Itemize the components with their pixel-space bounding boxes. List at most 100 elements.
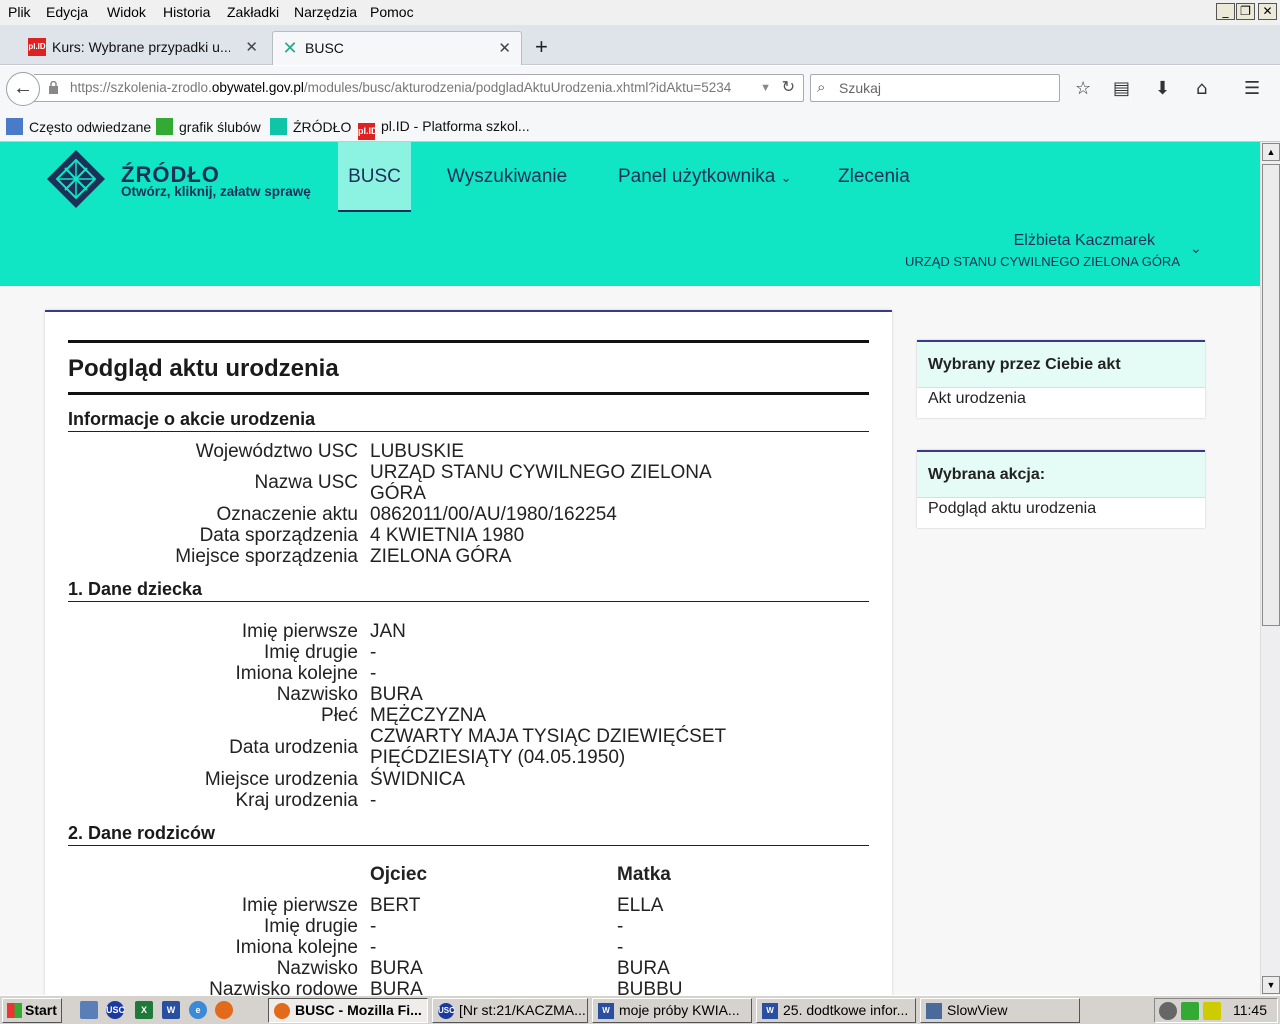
site-header: ŹRÓDŁO Otwórz, kliknij, załatw sprawę BU… xyxy=(0,142,1260,286)
tray-app-icon[interactable] xyxy=(1159,1002,1177,1020)
label-parent-imie-drugie: Imię drugie xyxy=(264,916,358,937)
menu-edycja[interactable]: Edycja xyxy=(46,4,88,20)
vertical-scrollbar[interactable]: ▲ ▼ xyxy=(1260,142,1280,995)
taskbar: Start USC X W e BUSC - Mozilla Fi... USC… xyxy=(0,995,1280,1024)
url-dropdown-icon[interactable]: ▼ xyxy=(760,75,771,101)
bookmark-grafik[interactable]: grafik ślubów xyxy=(156,118,261,135)
network-icon[interactable] xyxy=(1181,1002,1199,1020)
folder-icon xyxy=(6,118,23,135)
hamburger-menu-icon[interactable]: ☰ xyxy=(1244,78,1260,99)
label-nazwisko: Nazwisko xyxy=(276,684,358,705)
selected-act-box: Wybrany przez Ciebie akt Akt urodzenia xyxy=(917,340,1205,418)
label-data-sporzadzenia: Data sporządzenia xyxy=(199,525,358,546)
label-parent-imie-pierwsze: Imię pierwsze xyxy=(241,895,358,916)
bookmark-star-icon[interactable]: ☆ xyxy=(1075,78,1091,99)
back-button[interactable]: ← xyxy=(6,72,40,106)
selected-act-title: Wybrany przez Ciebie akt xyxy=(917,342,1205,388)
minimize-icon[interactable]: _ xyxy=(1216,3,1235,20)
bookmark-zrodlo[interactable]: ŹRÓDŁO xyxy=(270,118,351,135)
word-icon: W xyxy=(598,1003,614,1019)
task-dodatkowe-infor[interactable]: W 25. dodtkowe infor... xyxy=(756,998,916,1023)
restore-icon[interactable]: ❐ xyxy=(1236,3,1255,20)
close-window-icon[interactable]: ✕ xyxy=(1258,3,1277,20)
value-wojewodztwo: LUBUSKIE xyxy=(370,441,464,462)
menu-narzedzia[interactable]: Narzędzia xyxy=(294,4,357,20)
mother-column-header: Matka xyxy=(617,864,671,885)
show-desktop-icon[interactable] xyxy=(80,1001,98,1019)
selected-action-title: Wybrana akcja: xyxy=(917,452,1205,498)
tab-close-icon[interactable]: ✕ xyxy=(498,39,511,57)
tab-close-icon[interactable]: ✕ xyxy=(245,38,258,56)
label-imie-pierwsze: Imię pierwsze xyxy=(241,621,358,642)
search-icon: ⌕ xyxy=(817,79,826,96)
label-nazwa-usc: Nazwa USC xyxy=(254,472,358,493)
word-icon[interactable]: W xyxy=(162,1001,180,1019)
selected-act-value: Akt urodzenia xyxy=(928,390,1026,407)
label-miejsce-urodzenia: Miejsce urodzenia xyxy=(204,769,358,790)
menu-pomoc[interactable]: Pomoc xyxy=(370,4,414,20)
url-bar[interactable]: https://szkolenia-zrodlo.obywatel.gov.pl… xyxy=(34,74,804,102)
url-text: https://szkolenia-zrodlo.obywatel.gov.pl… xyxy=(70,80,732,95)
back-arrow-icon: ← xyxy=(13,77,33,99)
usc-icon: USC xyxy=(438,1003,455,1019)
reading-list-icon[interactable]: ▤ xyxy=(1113,78,1130,99)
label-oznaczenie: Oznaczenie aktu xyxy=(216,504,358,525)
menu-plik[interactable]: Plik xyxy=(8,4,31,20)
task-nr-st[interactable]: USC [Nr st:21/KACZMA... xyxy=(432,998,588,1023)
label-parent-imiona-kolejne: Imiona kolejne xyxy=(235,937,358,958)
download-icon[interactable]: ⬇ xyxy=(1155,78,1170,99)
label-wojewodztwo: Województwo USC xyxy=(195,441,358,462)
task-busc-firefox[interactable]: BUSC - Mozilla Fi... xyxy=(268,998,428,1023)
mother-imie-drugie: - xyxy=(617,916,624,937)
user-name[interactable]: Elżbieta Kaczmarek xyxy=(1014,232,1155,250)
excel-icon[interactable]: X xyxy=(135,1001,153,1019)
label-plec: Płeć xyxy=(321,705,358,726)
zrodlo-logo-icon[interactable] xyxy=(45,148,107,210)
scroll-up-icon[interactable]: ▲ xyxy=(1262,143,1280,161)
person-icon xyxy=(156,118,173,135)
clock: 11:45 xyxy=(1233,1002,1267,1018)
value-imiona-kolejne: - xyxy=(370,663,377,684)
section-parents-header: 2. Dane rodziców xyxy=(68,823,869,846)
value-nazwa-usc: URZĄD STANU CYWILNEGO ZIELONA GÓRA xyxy=(370,462,711,504)
task-slowview[interactable]: SlowView xyxy=(920,998,1080,1023)
label-parent-nazwisko-rodowe: Nazwisko rodowe xyxy=(209,979,358,995)
plid-icon: pl.ID xyxy=(28,38,46,56)
nav-zlecenia[interactable]: Zlecenia xyxy=(838,142,910,212)
menu-historia[interactable]: Historia xyxy=(163,4,210,20)
firefox-icon xyxy=(274,1003,290,1019)
label-kraj-urodzenia: Kraj urodzenia xyxy=(235,790,358,811)
value-imie-drugie: - xyxy=(370,642,377,663)
chevron-down-icon[interactable]: ⌄ xyxy=(1190,240,1202,257)
windows-logo-icon xyxy=(7,1003,22,1018)
reload-icon[interactable]: ↻ xyxy=(782,75,795,101)
value-kraj-urodzenia: - xyxy=(370,790,377,811)
father-imiona-kolejne: - xyxy=(370,937,377,958)
internet-explorer-icon[interactable]: e xyxy=(189,1001,207,1019)
bookmark-czesto[interactable]: Często odwiedzane xyxy=(6,118,151,135)
home-icon[interactable]: ⌂ xyxy=(1196,78,1207,99)
firefox-icon[interactable] xyxy=(215,1001,233,1019)
nav-panel-uzytkownika[interactable]: Panel użytkownika ⌄ xyxy=(618,142,792,212)
new-tab-icon[interactable]: + xyxy=(535,34,548,60)
label-imiona-kolejne: Imiona kolejne xyxy=(235,663,358,684)
task-moje-proby[interactable]: Wmoje próby KWIA... xyxy=(592,998,752,1023)
nav-busc[interactable]: BUSC xyxy=(338,142,411,212)
scroll-thumb[interactable] xyxy=(1262,164,1280,626)
tab-kurs[interactable]: pl.ID Kurs: Wybrane przypadki u... ✕ xyxy=(20,31,268,65)
value-oznaczenie: 0862011/00/AU/1980/162254 xyxy=(370,504,617,525)
label-parent-nazwisko: Nazwisko xyxy=(276,958,358,979)
bookmark-plid[interactable]: pl.ID pl.ID - Platforma szkol... xyxy=(358,118,530,140)
usc-icon[interactable]: USC xyxy=(106,1001,125,1019)
tab-title: BUSC xyxy=(305,40,344,56)
menu-widok[interactable]: Widok xyxy=(107,4,146,20)
scroll-down-icon[interactable]: ▼ xyxy=(1262,976,1280,994)
tab-busc[interactable]: ✕ BUSC ✕ xyxy=(272,31,522,65)
start-button[interactable]: Start xyxy=(2,998,62,1023)
section-info-header: Informacje o akcie urodzenia xyxy=(68,409,869,432)
nav-wyszukiwanie[interactable]: Wyszukiwanie xyxy=(447,142,567,212)
tab-title: Kurs: Wybrane przypadki u... xyxy=(52,39,230,55)
tray-bars-icon[interactable] xyxy=(1203,1002,1221,1020)
menu-zakladki[interactable]: Zakładki xyxy=(227,4,279,20)
search-input[interactable]: ⌕ Szukaj xyxy=(810,74,1060,102)
